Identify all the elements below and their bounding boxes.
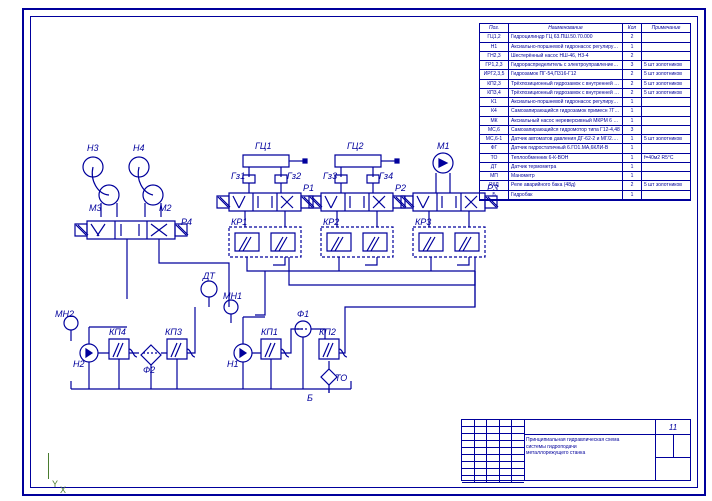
axis-y-label: Y (52, 479, 58, 489)
hydraulic-schematic: Н3 Н4 М3 М2 Р4 ГЦ1 ГЦ2 М1 Гз1 Гз2 Гз3 Гз… (31, 17, 711, 501)
valve-p2 (309, 193, 406, 211)
lbl-to: ТО (335, 373, 347, 383)
lbl-f1: Ф1 (297, 309, 309, 319)
lbl-p1: Р1 (303, 183, 314, 193)
axis-x-label: X (60, 485, 66, 495)
lbl-m1: М1 (437, 141, 450, 151)
lbl-h2: Н2 (73, 359, 85, 369)
lbl-p2: Р2 (395, 183, 406, 193)
lbl-kp4: КП4 (109, 327, 126, 337)
lbl-kp3c: КП3 (165, 327, 182, 337)
lbl-mh2: МН2 (55, 309, 74, 319)
lbl-m2: М2 (159, 203, 172, 213)
kr-blocks (229, 227, 485, 257)
lbl-p3: Р3 (487, 183, 498, 193)
valve-p3 (401, 193, 498, 211)
lbl-kp1c: КП1 (261, 327, 278, 337)
lbl-h1: Н1 (227, 359, 239, 369)
lbl-kp1b: КР1 (231, 217, 247, 227)
lbl-b: Б (307, 393, 313, 403)
lbl-mh1: МН1 (223, 291, 242, 301)
lbl-gc2: ГЦ2 (347, 141, 363, 151)
lbl-gz1: Гз1 (231, 171, 245, 181)
lbl-kp2c: КП2 (319, 327, 336, 337)
lbl-gz2: Гз2 (287, 171, 301, 181)
lbl-kp3b: КР3 (415, 217, 431, 227)
lbl-kp2b: КР2 (323, 217, 339, 227)
drawing-frame: Поз. Наименование Кол Примечание ГЦ1,2Ги… (30, 16, 698, 488)
lbl-h3: Н3 (87, 143, 99, 153)
valve-p1 (217, 193, 314, 211)
motor-m1 (433, 153, 453, 183)
lbl-h4: Н4 (133, 143, 145, 153)
lbl-f2: Ф2 (143, 365, 155, 375)
lbl-gc1: ГЦ1 (255, 141, 271, 151)
left-cluster (75, 157, 188, 239)
lbl-gz3: Гз3 (323, 171, 337, 181)
lbl-gz4: Гз4 (379, 171, 393, 181)
lbl-dt: ДТ (202, 271, 216, 281)
lbl-m3: М3 (89, 203, 102, 213)
lbl-p4: Р4 (181, 217, 192, 227)
